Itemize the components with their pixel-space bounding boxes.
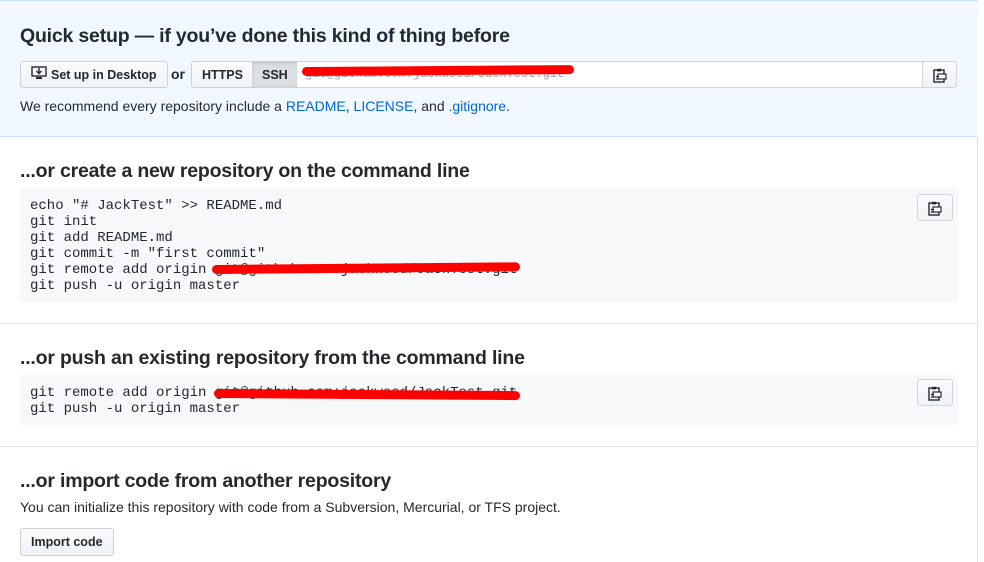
- import-code-title: ...or import code from another repositor…: [20, 470, 392, 492]
- clipboard-icon: [928, 201, 942, 221]
- gitignore-link[interactable]: .gitignore: [449, 98, 507, 114]
- code-line: git add README.md: [30, 230, 173, 246]
- readme-link[interactable]: README: [286, 98, 346, 114]
- create-new-title: ...or create a new repository on the com…: [20, 160, 470, 182]
- recommend-text: We recommend every repository include a …: [20, 98, 510, 114]
- setup-in-desktop-label: Set up in Desktop: [51, 68, 157, 82]
- separator-2: , and: [413, 98, 449, 114]
- push-existing-code-block: git remote add origin git@github.com:jac…: [20, 375, 958, 425]
- create-new-code: echo "# JackTest" >> README.md git init …: [30, 198, 517, 294]
- recommend-prefix: We recommend every repository include a: [20, 98, 286, 114]
- create-new-code-block: echo "# JackTest" >> README.md git init …: [20, 188, 958, 302]
- repository-setup-page: Quick setup — if you’ve done this kind o…: [0, 0, 978, 562]
- copy-create-commands-button[interactable]: [917, 194, 953, 221]
- code-line: echo "# JackTest" >> README.md: [30, 198, 283, 214]
- section-divider: [0, 323, 978, 324]
- import-code-description: You can initialize this repository with …: [20, 499, 561, 515]
- desktop-download-icon: [31, 63, 47, 89]
- license-link[interactable]: LICENSE: [354, 98, 414, 114]
- recommend-suffix: .: [506, 98, 510, 114]
- push-existing-title: ...or push an existing repository from t…: [20, 347, 525, 369]
- quick-setup-section: Quick setup — if you’ve done this kind o…: [0, 0, 978, 137]
- https-toggle-button[interactable]: HTTPS: [191, 61, 254, 88]
- copy-url-button[interactable]: [922, 61, 957, 88]
- code-line: git push -u origin master: [30, 278, 241, 294]
- code-line: git push -u origin master: [30, 401, 241, 417]
- clipboard-icon: [933, 68, 947, 88]
- code-line: git commit -m "first commit": [30, 246, 266, 262]
- ssh-toggle-button[interactable]: SSH: [252, 61, 299, 88]
- import-code-button[interactable]: Import code: [20, 528, 114, 556]
- quick-setup-title: Quick setup — if you’ve done this kind o…: [20, 25, 510, 47]
- setup-in-desktop-button[interactable]: Set up in Desktop: [20, 61, 168, 88]
- section-divider: [0, 446, 978, 447]
- copy-push-commands-button[interactable]: [917, 379, 953, 406]
- or-label: or: [171, 66, 185, 82]
- redaction-mark: [301, 65, 575, 76]
- clipboard-icon: [928, 386, 942, 406]
- separator-1: ,: [345, 98, 354, 114]
- code-line: git init: [30, 214, 98, 230]
